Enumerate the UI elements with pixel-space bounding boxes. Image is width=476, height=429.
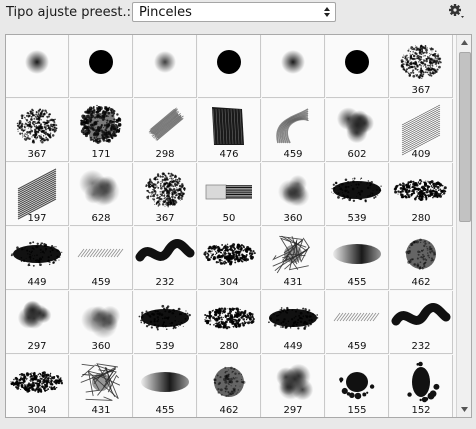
brush-preset-tile[interactable]: 304: [6, 355, 69, 417]
brush-size-label: 539: [155, 341, 175, 352]
brush-size-label: 459: [91, 277, 111, 288]
brush-size-label: 459: [283, 149, 303, 160]
preset-type-select[interactable]: Pinceles: [132, 2, 336, 22]
brush-preset-tile[interactable]: 280: [390, 163, 453, 226]
brush-size-label: 459: [347, 341, 367, 352]
brush-preset-tile[interactable]: 431: [262, 227, 325, 290]
scrollbar-thumb[interactable]: [459, 52, 471, 222]
brush-preset-tile[interactable]: 360: [262, 163, 325, 226]
brush-size-label: 360: [283, 213, 303, 224]
gear-icon[interactable]: [447, 3, 465, 19]
brush-preset-tile[interactable]: 232: [390, 291, 453, 354]
brush-preset-tile[interactable]: 280: [198, 291, 261, 354]
brush-size-label: 449: [283, 341, 303, 352]
brush-size-label: 476: [219, 149, 239, 160]
brush-size-label: 455: [155, 405, 175, 416]
preset-type-value: Pinceles: [139, 5, 192, 20]
brush-preset-tile[interactable]: 152: [390, 355, 453, 417]
brush-size-label: 232: [411, 341, 431, 352]
brush-size-label: 280: [411, 213, 431, 224]
brush-size-label: 360: [91, 341, 111, 352]
brush-size-label: 431: [283, 277, 303, 288]
brush-size-label: 152: [411, 405, 431, 416]
brush-size-label: 449: [27, 277, 47, 288]
vertical-scrollbar[interactable]: [456, 35, 472, 417]
brush-size-label: 50: [222, 213, 236, 224]
brush-preset-tile[interactable]: 459: [70, 227, 133, 290]
brush-size-label: 297: [283, 405, 303, 416]
brush-tip-thumbnail: [89, 50, 113, 74]
brush-preset-tile[interactable]: 197: [6, 163, 69, 226]
brush-preset-tile[interactable]: 155: [326, 355, 389, 417]
brush-size-label: 297: [27, 341, 47, 352]
brush-preset-tile[interactable]: 449: [6, 227, 69, 290]
brush-preset-tile[interactable]: 539: [326, 163, 389, 226]
brush-preset-tile[interactable]: [70, 35, 133, 98]
brush-preset-tile[interactable]: 455: [134, 355, 197, 417]
brush-size-label: 539: [347, 213, 367, 224]
brush-preset-tile[interactable]: 298: [134, 99, 197, 162]
brush-tip-thumbnail: [281, 50, 305, 74]
brush-preset-tile[interactable]: 476: [198, 99, 261, 162]
brush-size-label: 304: [219, 277, 239, 288]
brush-size-label: 197: [27, 213, 47, 224]
brush-preset-tile[interactable]: 628: [70, 163, 133, 226]
brush-preset-tile[interactable]: 459: [262, 99, 325, 162]
brush-preset-tile[interactable]: 171: [70, 99, 133, 162]
preset-type-bar: Tipo ajuste preest.: Pinceles: [0, 0, 476, 26]
brush-preset-tile[interactable]: 367: [134, 163, 197, 226]
brush-preset-tile[interactable]: [134, 35, 197, 98]
brush-preset-tile[interactable]: 304: [198, 227, 261, 290]
brush-preset-tile[interactable]: 367: [390, 35, 453, 98]
arrow-down-icon[interactable]: [457, 402, 472, 417]
updown-arrows-icon: [324, 7, 330, 17]
brush-presets-panel: 367 367 171 298 476 459 602 409 197 628 367 50 360 53…: [5, 34, 472, 418]
brush-size-label: 155: [347, 405, 367, 416]
brush-preset-tile[interactable]: 50: [198, 163, 261, 226]
brush-preset-tile[interactable]: 431: [70, 355, 133, 417]
preset-type-label: Tipo ajuste preest.:: [6, 5, 131, 20]
brush-preset-tile[interactable]: [198, 35, 261, 98]
brush-preset-tile[interactable]: 297: [262, 355, 325, 417]
brush-preset-tile[interactable]: 455: [326, 227, 389, 290]
brush-size-label: 171: [91, 149, 111, 160]
brush-preset-tile[interactable]: [262, 35, 325, 98]
brush-size-label: 455: [347, 277, 367, 288]
brush-preset-tile[interactable]: [326, 35, 389, 98]
brush-preset-tile[interactable]: 462: [198, 355, 261, 417]
brush-size-label: 409: [411, 149, 431, 160]
brush-tip-thumbnail: [154, 51, 176, 73]
brush-preset-tile[interactable]: 459: [326, 291, 389, 354]
arrow-up-icon[interactable]: [457, 35, 472, 50]
brush-preset-tile[interactable]: 602: [326, 99, 389, 162]
brush-size-label: 462: [219, 405, 239, 416]
brush-preset-tile[interactable]: [6, 35, 69, 98]
brush-size-label: 367: [155, 213, 175, 224]
brush-preset-tile[interactable]: 297: [6, 291, 69, 354]
brush-size-label: 367: [411, 85, 431, 96]
brush-size-label: 298: [155, 149, 175, 160]
brush-size-label: 602: [347, 149, 367, 160]
brush-preset-tile[interactable]: 449: [262, 291, 325, 354]
brush-size-label: 280: [219, 341, 239, 352]
brush-size-label: 232: [155, 277, 175, 288]
brush-size-label: 628: [91, 213, 111, 224]
brush-size-label: 431: [91, 405, 111, 416]
brush-tip-thumbnail: [25, 50, 49, 74]
brush-size-label: 367: [27, 149, 47, 160]
brush-preset-tile[interactable]: 367: [6, 99, 69, 162]
brush-size-label: 462: [411, 277, 431, 288]
brush-preset-tile[interactable]: 360: [70, 291, 133, 354]
brush-tip-thumbnail: [345, 50, 369, 74]
brush-preset-tile[interactable]: 462: [390, 227, 453, 290]
brush-size-label: 304: [27, 405, 47, 416]
brush-preset-tile[interactable]: 539: [134, 291, 197, 354]
brush-preset-tile[interactable]: 409: [390, 99, 453, 162]
brush-tip-thumbnail: [217, 50, 241, 74]
brush-preset-tile[interactable]: 232: [134, 227, 197, 290]
